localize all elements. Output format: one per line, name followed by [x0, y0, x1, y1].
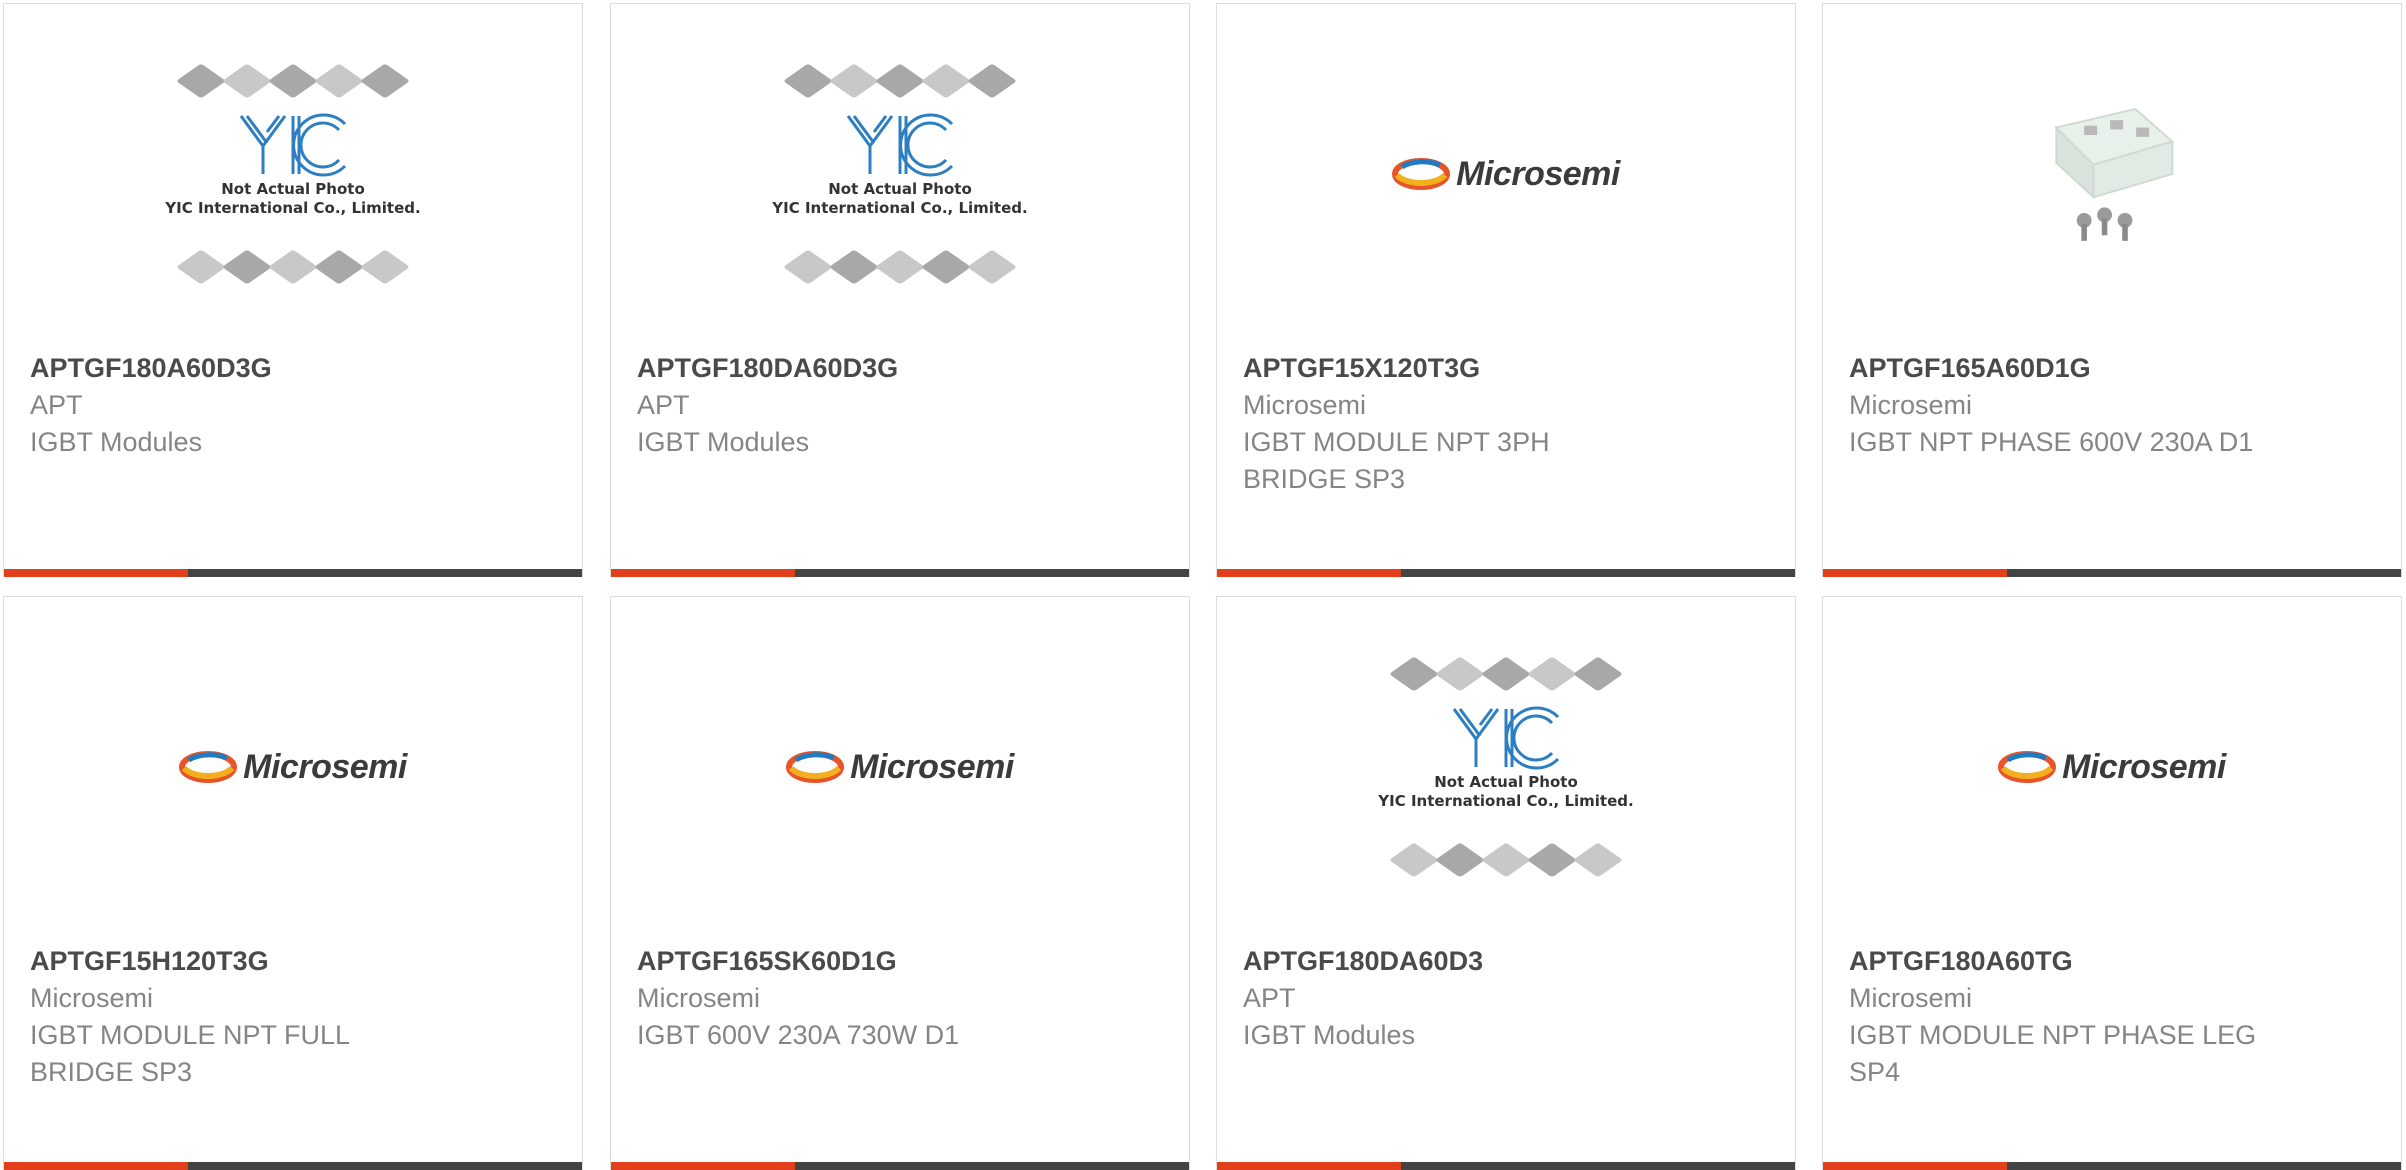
microsemi-swoosh-icon [1998, 751, 2057, 783]
placeholder-caption: YIC International Co., Limited. [1378, 792, 1634, 810]
product-image[interactable]: Not Actual Photo YIC International Co., … [4, 4, 582, 344]
yic-logo-icon [1452, 706, 1560, 770]
product-card[interactable]: Not Actual Photo YIC International Co., … [1216, 596, 1796, 1170]
part-number[interactable]: APTGF165A60D1G [1849, 350, 2375, 387]
description: IGBT MODULE NPT PHASE LEG [1849, 1020, 2257, 1050]
igbt-module-photo [2054, 107, 2175, 241]
placeholder-caption: Not Actual Photo [828, 180, 972, 198]
part-number[interactable]: APTGF15H120T3G [30, 943, 556, 980]
microsemi-swoosh-icon [786, 751, 845, 783]
product-card[interactable]: APTGF165A60D1G Microsemi IGBT NPT PHASE … [1822, 3, 2402, 577]
microsemi-logo: Microsemi [786, 748, 1014, 787]
placeholder-caption: YIC International Co., Limited. [165, 199, 421, 217]
card-accent-bar [611, 569, 1189, 577]
description: IGBT MODULE NPT 3PH [1243, 427, 1550, 457]
description: IGBT Modules [1243, 1020, 1416, 1050]
manufacturer: Microsemi [1849, 390, 1973, 420]
microsemi-logo: Microsemi [1392, 155, 1620, 194]
description: IGBT NPT PHASE 600V 230A D1 [1849, 427, 2254, 457]
card-accent-bar [611, 1162, 1189, 1170]
product-card[interactable]: Microsemi APTGF180A60TG Microsemi IGBT M… [1822, 596, 2402, 1170]
part-number[interactable]: APTGF180A60D3G [30, 350, 556, 387]
manufacturer: APT [30, 390, 83, 420]
description: SP4 [1849, 1057, 1901, 1087]
manufacturer: Microsemi [1849, 983, 1973, 1013]
card-accent-bar [1217, 569, 1795, 577]
card-accent-bar [1823, 1162, 2401, 1170]
manufacturer: Microsemi [1243, 390, 1367, 420]
product-card[interactable]: Not Actual Photo YIC International Co., … [610, 3, 1190, 577]
microsemi-swoosh-icon [1392, 158, 1451, 190]
product-card[interactable]: Microsemi APTGF165SK60D1G Microsemi IGBT… [610, 596, 1190, 1170]
part-number[interactable]: APTGF165SK60D1G [637, 943, 1163, 980]
manufacturer: Microsemi [30, 983, 154, 1013]
manufacturer: APT [637, 390, 690, 420]
part-number[interactable]: APTGF180A60TG [1849, 943, 2375, 980]
product-image[interactable]: Microsemi [1217, 4, 1795, 344]
part-number[interactable]: APTGF15X120T3G [1243, 350, 1769, 387]
product-image[interactable]: Microsemi [1823, 597, 2401, 937]
yic-placeholder-image: Not Actual Photo YIC International Co., … [1371, 647, 1641, 887]
product-image[interactable] [1823, 4, 2401, 344]
part-number[interactable]: APTGF180DA60D3G [637, 350, 1163, 387]
description: IGBT 600V 230A 730W D1 [637, 1020, 960, 1050]
description: IGBT Modules [637, 427, 810, 457]
manufacturer: Microsemi [637, 983, 761, 1013]
microsemi-swoosh-icon [179, 751, 238, 783]
product-card[interactable]: Microsemi APTGF15H120T3G Microsemi IGBT … [3, 596, 583, 1170]
description: IGBT MODULE NPT FULL [30, 1020, 351, 1050]
placeholder-caption: Not Actual Photo [1434, 773, 1578, 791]
product-grid: Not Actual Photo YIC International Co., … [0, 0, 2406, 1170]
manufacturer: APT [1243, 983, 1296, 1013]
description: BRIDGE SP3 [1243, 464, 1406, 494]
yic-placeholder-image: Not Actual Photo YIC International Co., … [765, 54, 1035, 294]
description: IGBT Modules [30, 427, 203, 457]
product-card[interactable]: Microsemi APTGF15X120T3G Microsemi IGBT … [1216, 3, 1796, 577]
product-image[interactable]: Not Actual Photo YIC International Co., … [1217, 597, 1795, 937]
card-accent-bar [1823, 569, 2401, 577]
product-image[interactable]: Not Actual Photo YIC International Co., … [611, 4, 1189, 344]
microsemi-logo: Microsemi [179, 748, 407, 787]
microsemi-logo: Microsemi [1998, 748, 2226, 787]
yic-placeholder-image: Not Actual Photo YIC International Co., … [158, 54, 428, 294]
placeholder-caption: YIC International Co., Limited. [772, 199, 1028, 217]
product-image[interactable]: Microsemi [4, 597, 582, 937]
yic-logo-icon [239, 113, 347, 177]
card-accent-bar [1217, 1162, 1795, 1170]
yic-logo-icon [846, 113, 954, 177]
placeholder-caption: Not Actual Photo [221, 180, 365, 198]
card-accent-bar [4, 569, 582, 577]
product-image[interactable]: Microsemi [611, 597, 1189, 937]
part-number[interactable]: APTGF180DA60D3 [1243, 943, 1769, 980]
product-card[interactable]: Not Actual Photo YIC International Co., … [3, 3, 583, 577]
card-accent-bar [4, 1162, 582, 1170]
description: BRIDGE SP3 [30, 1057, 193, 1087]
